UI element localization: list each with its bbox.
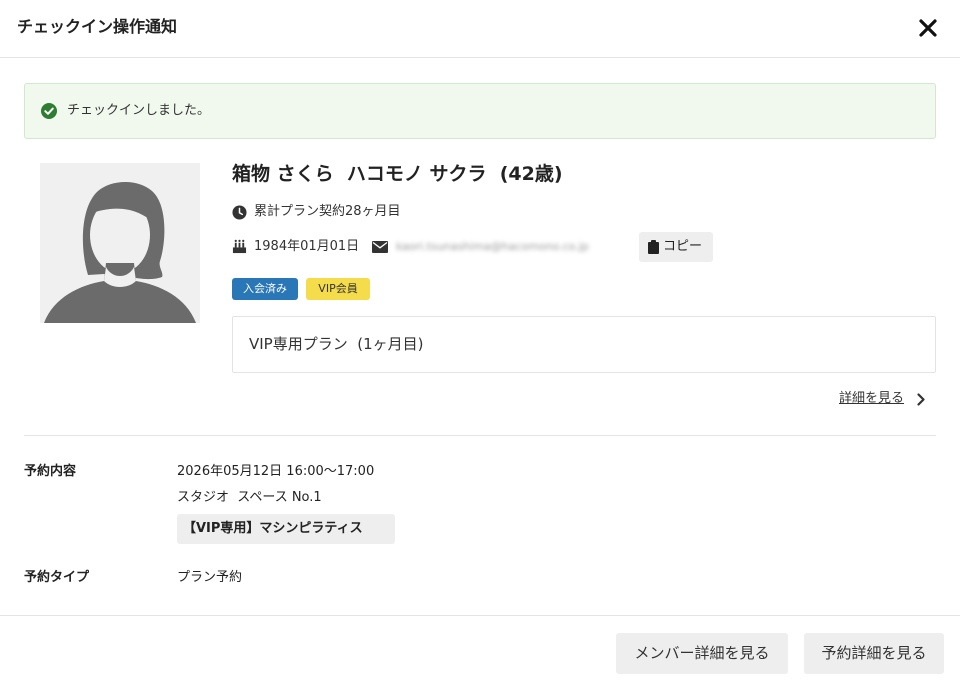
reservation-label: 予約内容 [24,464,77,479]
member-name: 箱物 さくら ハコモノ サクラ (42歳) [232,163,563,185]
reservation-type-value: プラン予約 [177,570,243,585]
contract-duration: 累計プラン契約28ヶ月目 [254,204,401,219]
birthday-email-row: 1984年01月01日 kaori.tsunashima@hacomono.co… [232,232,732,262]
copy-button-label: コピー [663,239,703,254]
success-alert: チェックインしました。 [24,83,936,139]
chevron-right-icon[interactable] [916,393,926,406]
close-button[interactable] [916,16,940,40]
modal-title: チェックイン操作通知 [17,17,178,36]
birthday: 1984年01月01日 [254,239,360,254]
birthday-cake-icon [232,239,247,254]
alert-message: チェックインしました。 [67,103,211,118]
plan-name: VIP専用プラン (1ヶ月目) [249,335,424,353]
section-divider [24,435,936,436]
modal-header: チェックイン操作通知 [0,0,960,58]
envelope-icon [372,241,388,253]
female-avatar-icon [44,182,196,323]
view-details-link[interactable]: 詳細を見る [839,390,904,408]
clock-icon [232,205,247,220]
plan-box: VIP専用プラン (1ヶ月目) [232,316,936,373]
reservation-detail-button[interactable]: 予約詳細を見る [804,633,944,674]
reservation-studio: スタジオ スペース No.1 [177,490,322,505]
close-icon [919,19,937,37]
vip-badge: VIP会員 [306,278,370,300]
reservation-type-label: 予約タイプ [24,570,90,585]
checkin-notification-modal: チェックイン操作通知 チェックインしました。 箱物 さくら ハコモノ サクラ (… [0,0,960,689]
joined-badge: 入会済み [232,278,298,300]
copy-email-button[interactable]: コピー [639,232,713,262]
check-circle-icon [41,103,57,119]
clipboard-icon [648,240,659,254]
email-address: kaori.tsunashima@hacomono.co.jp [396,240,589,253]
lesson-tag: 【VIP専用】マシンピラティス [177,514,395,544]
reservation-datetime: 2026年05月12日 16:00〜17:00 [177,464,375,479]
modal-footer: メンバー詳細を見る 予約詳細を見る [0,615,960,689]
member-detail-button[interactable]: メンバー詳細を見る [616,633,788,674]
member-avatar [40,163,200,323]
